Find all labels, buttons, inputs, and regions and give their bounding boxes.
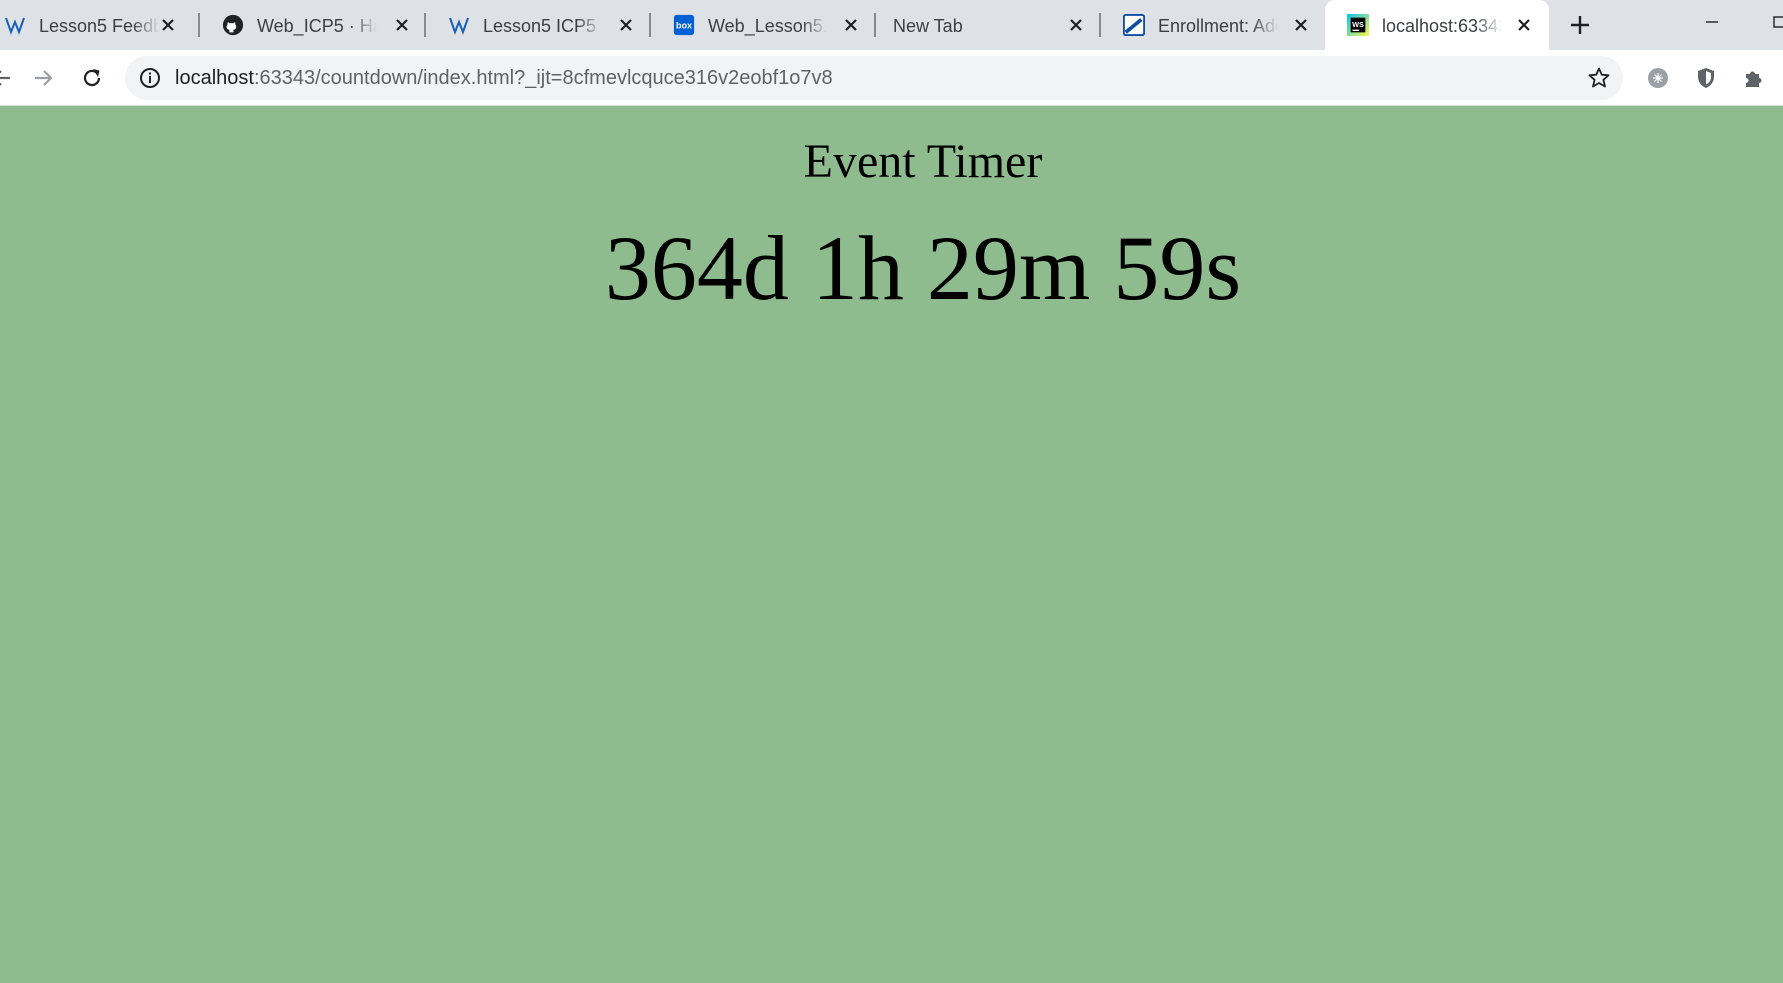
url-host: localhost: [175, 67, 254, 89]
tab-lesson5-feedback[interactable]: Lesson5 Feedback: [0, 0, 200, 50]
close-tab-icon[interactable]: [841, 15, 861, 35]
puzzle-piece-icon: [1746, 71, 1762, 87]
tab-localhost-active[interactable]: WS localhost:63343/: [1325, 0, 1549, 50]
site-info-icon[interactable]: [139, 67, 161, 89]
url-path: :63343/countdown/index.html?_ijt=8cfmevl…: [253, 67, 833, 89]
new-tab-button[interactable]: [1566, 13, 1594, 37]
svg-text:box: box: [676, 21, 693, 31]
bookmark-star-icon[interactable]: [1587, 66, 1611, 90]
umkc-logo-icon: [448, 14, 470, 36]
address-bar[interactable]: localhost:63343/countdown/index.html?_ij…: [125, 56, 1623, 100]
url-text: localhost:63343/countdown/index.html?_ij…: [175, 66, 833, 90]
tab-title: Enrollment: Add: [1158, 16, 1278, 36]
page-title: Event Timer: [803, 135, 1043, 188]
plus-icon: [1571, 16, 1589, 34]
close-tab-icon[interactable]: [1514, 15, 1534, 35]
reload-button[interactable]: [76, 62, 108, 94]
minimize-window-button[interactable]: [1697, 10, 1727, 34]
maximize-icon: [1773, 16, 1783, 28]
github-icon: [222, 14, 244, 36]
tab-lesson5-icp5[interactable]: Lesson5 ICP5: [426, 0, 651, 50]
extension-button-1[interactable]: [1642, 62, 1674, 94]
close-tab-icon[interactable]: [1066, 15, 1086, 35]
tab-title: Web_ICP5 · Hari: [257, 16, 377, 36]
extensions-menu-button[interactable]: [1738, 62, 1770, 94]
enrollment-site-icon: [1123, 14, 1145, 36]
back-button[interactable]: [0, 62, 18, 94]
minimize-icon: [1706, 21, 1718, 23]
box-icon: box: [673, 14, 695, 36]
tab-strip: Lesson5 Feedback Web_ICP5 · Hari Lesson5…: [0, 0, 1783, 50]
tab-enrollment[interactable]: Enrollment: Add: [1101, 0, 1326, 50]
tab-title: localhost:63343/: [1382, 16, 1502, 36]
close-tab-icon[interactable]: [158, 15, 178, 35]
maximize-window-button[interactable]: [1762, 10, 1783, 34]
extension-button-2[interactable]: [1690, 62, 1722, 94]
countdown-display: 364d 1h 29m 59s: [604, 217, 1242, 319]
reload-icon: [83, 69, 101, 87]
webstorm-icon: WS: [1347, 14, 1369, 36]
close-tab-icon[interactable]: [616, 15, 636, 35]
extension-globe-icon: [1648, 68, 1668, 88]
umkc-logo-icon: [4, 14, 26, 36]
svg-text:WS: WS: [1352, 20, 1364, 29]
back-arrow-icon: [0, 70, 10, 86]
page-viewport: Event Timer 364d 1h 29m 59s: [0, 106, 1783, 983]
close-tab-icon[interactable]: [1291, 15, 1311, 35]
tab-title: Lesson5 ICP5: [483, 16, 597, 36]
tab-web-lesson5-pdf[interactable]: box Web_Lesson5.pdf: [651, 0, 876, 50]
tab-title: Lesson5 Feedback: [39, 16, 159, 36]
close-tab-icon[interactable]: [392, 15, 412, 35]
tab-title: Web_Lesson5.pdf: [708, 16, 828, 36]
shield-icon: [1698, 68, 1714, 88]
browser-toolbar: localhost:63343/countdown/index.html?_ij…: [0, 50, 1783, 106]
tab-web-icp5-github[interactable]: Web_ICP5 · Hari: [200, 0, 426, 50]
forward-button[interactable]: [27, 62, 59, 94]
tab-new-tab[interactable]: New Tab: [876, 0, 1101, 50]
tab-title: New Tab: [893, 16, 963, 36]
forward-arrow-icon: [35, 70, 53, 86]
